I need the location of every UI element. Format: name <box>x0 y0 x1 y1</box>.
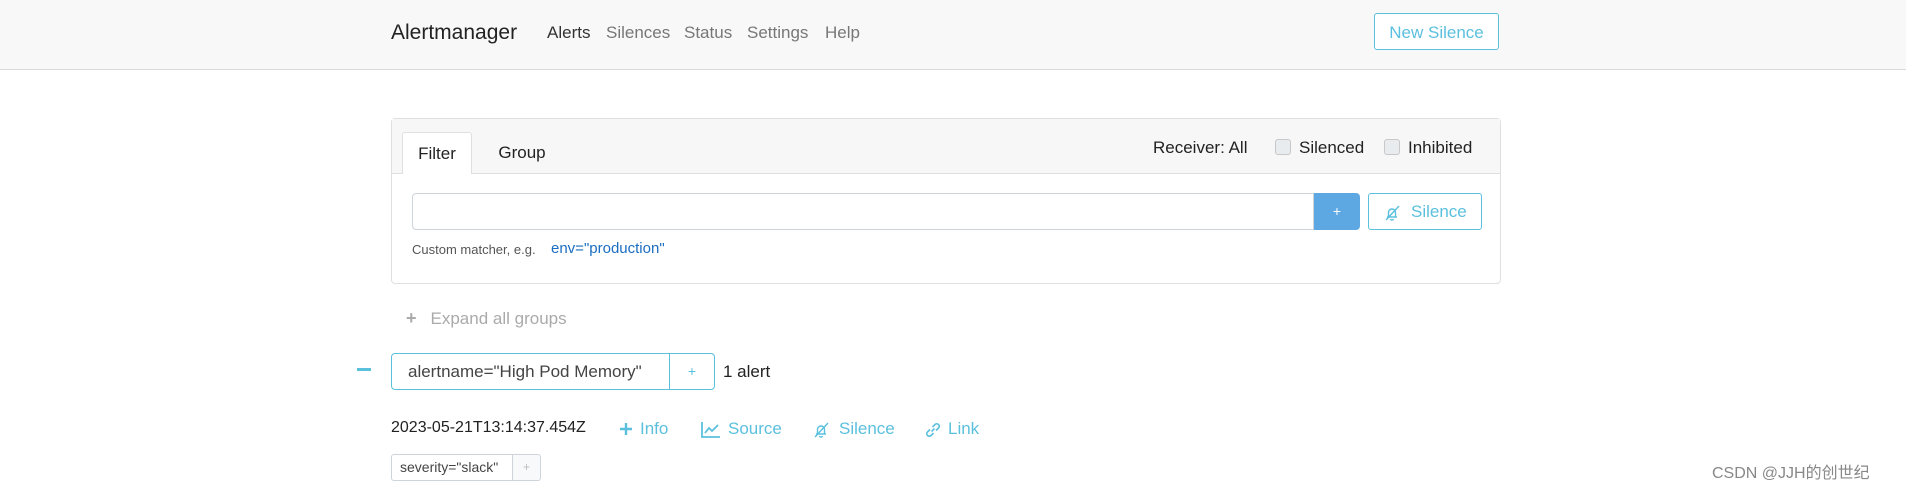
collapse-group-icon[interactable] <box>357 368 371 371</box>
silence-filter-button[interactable]: Silence <box>1368 193 1482 230</box>
group-add-filter-button[interactable]: + <box>669 353 715 390</box>
expand-all-groups[interactable]: + Expand all groups <box>406 308 567 329</box>
alert-timestamp: 2023-05-21T13:14:37.454Z <box>391 419 586 436</box>
filter-card-header: Filter Group Receiver: All Silenced Inhi… <box>392 119 1500 174</box>
plus-icon: + <box>406 308 417 328</box>
filter-input[interactable] <box>412 193 1314 230</box>
add-filter-button[interactable]: + <box>1314 193 1360 230</box>
info-button[interactable]: Info <box>619 419 699 439</box>
tab-group[interactable]: Group <box>492 132 552 174</box>
source-button[interactable]: Source <box>701 419 801 439</box>
matcher-hint: Custom matcher, e.g. <box>412 242 536 257</box>
source-label: Source <box>728 419 782 438</box>
plus-icon <box>620 423 632 435</box>
navbar: Alertmanager Alerts Silences Status Sett… <box>0 0 1906 70</box>
matcher-example: env="production" <box>551 240 665 257</box>
link-button[interactable]: Link <box>924 419 994 439</box>
tab-filter[interactable]: Filter <box>402 132 472 174</box>
nav-settings[interactable]: Settings <box>747 23 808 43</box>
nav-silences[interactable]: Silences <box>606 23 670 43</box>
label-chip[interactable]: severity="slack" <box>391 454 513 481</box>
receiver-selector[interactable]: Receiver: All <box>1153 138 1247 158</box>
checkbox-box[interactable] <box>1384 139 1400 155</box>
alert-count: 1 alert <box>723 362 771 381</box>
label-add-filter-button[interactable]: + <box>513 454 541 481</box>
inhibited-label: Inhibited <box>1408 138 1473 157</box>
filter-card: Filter Group Receiver: All Silenced Inhi… <box>391 118 1501 284</box>
inhibited-checkbox[interactable]: Inhibited <box>1384 138 1472 158</box>
new-silence-button[interactable]: New Silence <box>1374 13 1499 50</box>
link-label: Link <box>948 419 980 438</box>
link-icon <box>926 423 940 437</box>
info-label: Info <box>640 419 669 438</box>
checkbox-box[interactable] <box>1275 139 1291 155</box>
watermark: CSDN @JJH的创世纪 <box>1712 465 1870 482</box>
bell-slash-icon <box>1385 205 1400 221</box>
nav-help[interactable]: Help <box>825 23 860 43</box>
silenced-checkbox[interactable]: Silenced <box>1275 138 1364 158</box>
chart-icon <box>701 422 720 438</box>
brand-title[interactable]: Alertmanager <box>391 21 517 45</box>
silence-alert-button[interactable]: Silence <box>812 419 912 439</box>
expand-all-label: Expand all groups <box>430 309 567 328</box>
nav-alerts[interactable]: Alerts <box>547 23 590 43</box>
nav-status[interactable]: Status <box>684 23 732 43</box>
silenced-label: Silenced <box>1299 138 1365 157</box>
group-label[interactable]: alertname="High Pod Memory" <box>391 353 670 390</box>
silence-alert-label: Silence <box>839 419 895 438</box>
bell-slash-icon <box>814 422 829 438</box>
silence-filter-label: Silence <box>1411 202 1467 221</box>
